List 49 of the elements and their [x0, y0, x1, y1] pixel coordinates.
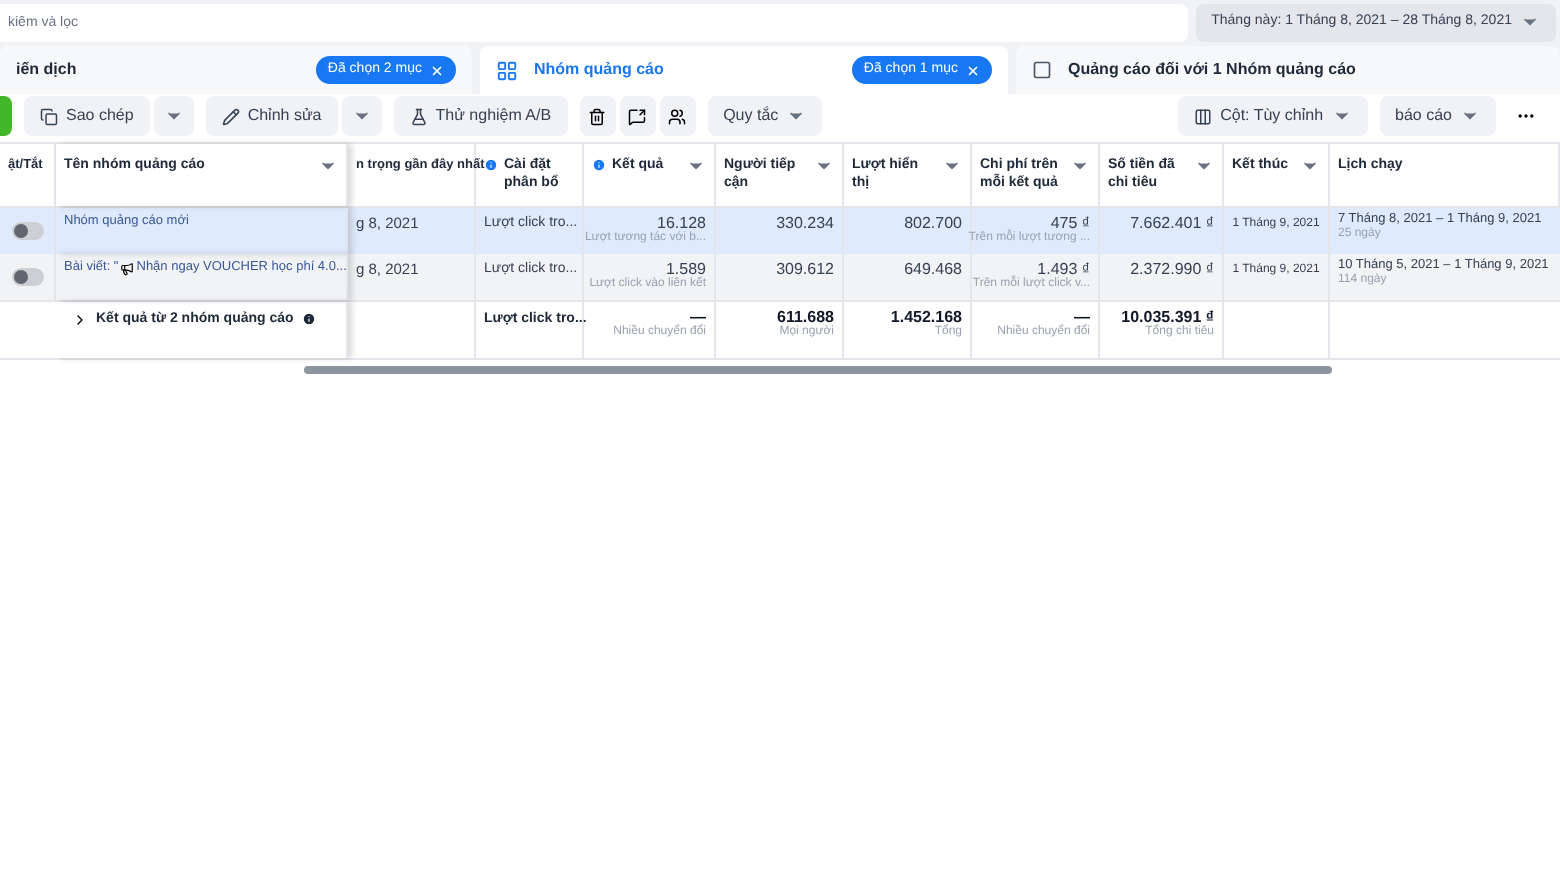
tab-label: iến dịch: [16, 58, 79, 82]
edit-button[interactable]: Chỉnh sửa: [205, 96, 338, 136]
trash-icon: [588, 107, 607, 125]
people-icon: [668, 107, 687, 125]
tab-label: Quảng cáo đối với 1 Nhóm quảng cáo: [1068, 58, 1358, 82]
report-button[interactable]: báo cáo: [1379, 96, 1496, 136]
close-icon: [430, 63, 444, 77]
flask-icon: [409, 107, 428, 125]
columns-icon: [1194, 107, 1213, 125]
dropdown-button[interactable]: [153, 96, 194, 136]
delete-button[interactable]: [579, 96, 616, 136]
create-button[interactable]: [0, 96, 12, 136]
table-cell: 1.589: [665, 262, 706, 278]
dropdown-button[interactable]: [341, 96, 382, 136]
rules-button[interactable]: Quy tắc: [707, 96, 823, 136]
table-cell: 1.452.168: [890, 310, 962, 326]
table-cell: 2.372.990 ₫: [1130, 262, 1214, 278]
page-icon: [1032, 60, 1052, 80]
table-cell: —: [1074, 310, 1090, 326]
table-cell: 16.128: [657, 216, 706, 232]
toggle-switch[interactable]: [11, 268, 43, 286]
comment-icon: [628, 107, 647, 125]
toggle-switch[interactable]: [11, 222, 43, 240]
copy-button[interactable]: Sao chép: [24, 96, 150, 136]
close-icon: [966, 63, 980, 77]
table-cell: 611.688: [777, 310, 834, 326]
table-cell: 330.234: [776, 216, 834, 232]
copy-icon: [40, 107, 58, 125]
ab-test-button[interactable]: Thử nghiệm A/B: [393, 96, 568, 136]
tab-label: Nhóm quảng cáo: [534, 58, 666, 82]
preview-button[interactable]: [619, 96, 656, 136]
table-cell: 10.035.391 ₫: [1121, 310, 1214, 326]
megaphone-icon: [120, 262, 135, 276]
pencil-icon: [221, 107, 240, 125]
table-cell: 7.662.401 ₫: [1130, 216, 1214, 232]
horizontal-scrollbar[interactable]: [304, 366, 1332, 374]
tab[interactable]: Quảng cáo đối với 1 Nhóm quảng cáo: [1016, 46, 1560, 94]
columns-button[interactable]: Cột: Tùy chỉnh: [1178, 96, 1368, 136]
table-row[interactable]: [0, 254, 1560, 300]
table-cell: 475 ₫: [1050, 216, 1090, 232]
grid-icon: [496, 59, 518, 81]
expand-icon[interactable]: [72, 312, 88, 328]
info-icon: [301, 312, 316, 326]
table-cell: 1.493 ₫: [1037, 262, 1090, 278]
table-cell: 309.612: [776, 262, 834, 278]
audience-button[interactable]: [659, 96, 696, 136]
table-cell: 802.700: [904, 216, 962, 232]
table-cell: 649.468: [904, 262, 962, 278]
table-cell: —: [690, 310, 706, 326]
